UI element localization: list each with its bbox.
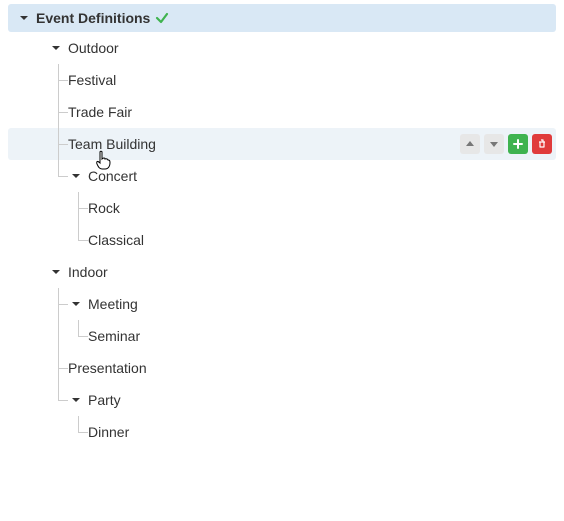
- node-label: Team Building: [68, 136, 156, 152]
- move-down-button[interactable]: [484, 134, 504, 154]
- tree-node-classical[interactable]: Classical: [8, 224, 556, 256]
- node-label: Meeting: [88, 296, 138, 312]
- node-label: Classical: [88, 232, 144, 248]
- node-label: Party: [88, 392, 121, 408]
- chevron-down-icon[interactable]: [48, 264, 64, 280]
- tree-node-rock[interactable]: Rock: [8, 192, 556, 224]
- move-up-button[interactable]: [460, 134, 480, 154]
- add-button[interactable]: [508, 134, 528, 154]
- tree-view: Event Definitions Outdoor Festival Trade…: [0, 0, 564, 452]
- check-icon: [154, 10, 170, 26]
- node-label: Presentation: [68, 360, 147, 376]
- delete-button[interactable]: [532, 134, 552, 154]
- tree-node-seminar[interactable]: Seminar: [8, 320, 556, 352]
- node-label: Festival: [68, 72, 116, 88]
- chevron-down-icon[interactable]: [16, 10, 32, 26]
- tree-node-presentation[interactable]: Presentation: [8, 352, 556, 384]
- tree-node-concert[interactable]: Concert: [8, 160, 556, 192]
- node-label: Concert: [88, 168, 137, 184]
- chevron-down-icon[interactable]: [68, 296, 84, 312]
- tree-node-dinner[interactable]: Dinner: [8, 416, 556, 448]
- tree-node-festival[interactable]: Festival: [8, 64, 556, 96]
- node-label: Trade Fair: [68, 104, 132, 120]
- tree-node-meeting[interactable]: Meeting: [8, 288, 556, 320]
- tree-node-trade-fair[interactable]: Trade Fair: [8, 96, 556, 128]
- chevron-down-icon[interactable]: [68, 392, 84, 408]
- node-label: Rock: [88, 200, 120, 216]
- tree-node-outdoor[interactable]: Outdoor: [8, 32, 556, 64]
- root-label: Event Definitions: [36, 10, 150, 26]
- tree-node-team-building[interactable]: Team Building: [8, 128, 556, 160]
- chevron-down-icon[interactable]: [48, 40, 64, 56]
- row-actions: [460, 134, 556, 154]
- tree-node-party[interactable]: Party: [8, 384, 556, 416]
- node-label: Indoor: [68, 264, 108, 280]
- node-label: Outdoor: [68, 40, 119, 56]
- tree-root-row[interactable]: Event Definitions: [8, 4, 556, 32]
- chevron-down-icon[interactable]: [68, 168, 84, 184]
- tree-node-indoor[interactable]: Indoor: [8, 256, 556, 288]
- node-label: Dinner: [88, 424, 129, 440]
- node-label: Seminar: [88, 328, 140, 344]
